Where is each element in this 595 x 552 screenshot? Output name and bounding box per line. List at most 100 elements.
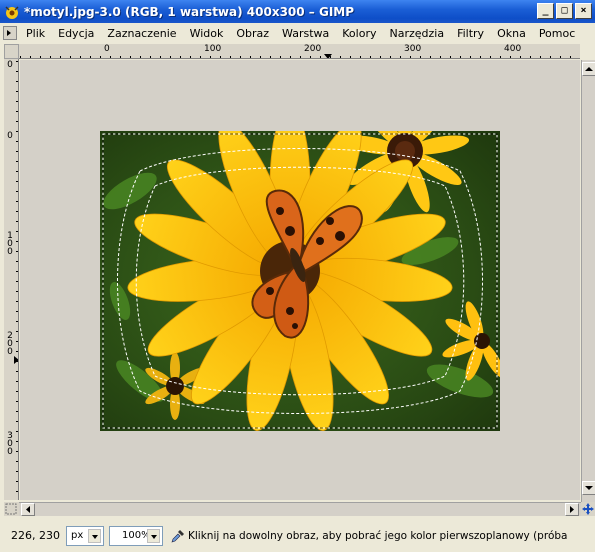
- status-bar: 226, 230 px 100% Kliknij na dowolny obra…: [0, 519, 595, 552]
- ruler-tick: [420, 56, 421, 58]
- vertical-ruler[interactable]: 0 0 100 200 300: [4, 59, 19, 500]
- menu-filtry[interactable]: Filtry: [450, 27, 490, 40]
- ruler-tick: [30, 56, 31, 58]
- ruler-tick: [16, 201, 18, 202]
- ruler-tick: [50, 56, 51, 58]
- ruler-tick: [450, 56, 451, 58]
- zoom-value: 100%: [122, 530, 151, 541]
- hruler-label: 100: [204, 44, 222, 54]
- status-text: Kliknij na dowolny obraz, aby pobrać jeg…: [188, 529, 569, 542]
- maximize-button[interactable]: □: [556, 3, 573, 19]
- vruler-label: 0: [7, 131, 13, 141]
- menu-zaznaczenie[interactable]: Zaznaczenie: [100, 27, 182, 40]
- gimp-wilber-icon[interactable]: [4, 4, 20, 20]
- arrow-down-icon: [585, 486, 593, 490]
- ruler-tick: [16, 301, 18, 302]
- ruler-tick: [16, 431, 18, 432]
- ruler-tick: [310, 56, 311, 58]
- menu-warstwa[interactable]: Warstwa: [275, 27, 335, 40]
- ruler-tick: [120, 56, 121, 58]
- vruler-label: 0: [7, 60, 13, 70]
- ruler-tick: [16, 291, 18, 292]
- menu-kolory[interactable]: Kolory: [335, 27, 382, 40]
- menu-pomoc[interactable]: Pomoc: [532, 27, 581, 40]
- color-picker-icon: [171, 529, 185, 543]
- menu-narzedzia[interactable]: Narzędzia: [382, 27, 450, 40]
- ruler-tick: [16, 391, 18, 392]
- navigate-icon[interactable]: [581, 502, 595, 516]
- ruler-tick: [360, 56, 361, 58]
- ruler-tick: [16, 251, 18, 252]
- ruler-tick: [16, 311, 18, 312]
- scroll-left-button[interactable]: [21, 503, 35, 516]
- arrow-left-icon: [26, 506, 30, 513]
- scroll-right-button[interactable]: [565, 503, 579, 516]
- ruler-tick: [210, 56, 211, 58]
- ruler-tick: [320, 56, 321, 58]
- menu-okna[interactable]: Okna: [490, 27, 532, 40]
- status-message: Kliknij na dowolny obraz, aby pobrać jeg…: [171, 529, 569, 543]
- ruler-tick: [16, 351, 18, 352]
- ruler-tick: [190, 56, 191, 58]
- ruler-tick: [480, 56, 481, 58]
- menu-bar: Plik Edycja Zaznaczenie Widok Obraz Wars…: [0, 23, 595, 43]
- ruler-tick: [250, 56, 251, 58]
- ruler-tick: [16, 331, 18, 332]
- title-bar[interactable]: *motyl.jpg-3.0 (RGB, 1 warstwa) 400x300 …: [0, 0, 595, 23]
- ruler-tick: [16, 121, 18, 122]
- chevron-down-icon: [147, 528, 160, 543]
- ruler-tick: [140, 56, 141, 58]
- horizontal-scrollbar[interactable]: [19, 502, 581, 516]
- ruler-tick: [430, 56, 431, 58]
- ruler-tick: [60, 56, 61, 58]
- horizontal-ruler[interactable]: 0 100 200 300 400: [19, 44, 580, 59]
- menu-obraz[interactable]: Obraz: [229, 27, 275, 40]
- ruler-tick: [16, 211, 18, 212]
- ruler-tick: [260, 56, 261, 58]
- unit-select[interactable]: px: [66, 525, 104, 546]
- ruler-tick: [540, 56, 541, 58]
- minimize-button[interactable]: _: [537, 3, 554, 19]
- ruler-tick: [280, 56, 281, 58]
- menu-plik[interactable]: Plik: [19, 27, 51, 40]
- vertical-scrollbar[interactable]: [581, 60, 595, 502]
- ruler-tick: [130, 56, 131, 58]
- hruler-label: 300: [404, 44, 422, 54]
- ruler-tick: [110, 56, 111, 58]
- ruler-tick: [16, 191, 18, 192]
- image-menu-arrow-icon[interactable]: [3, 26, 17, 40]
- ruler-tick: [440, 56, 441, 58]
- ruler-tick: [500, 56, 501, 58]
- menu-edycja[interactable]: Edycja: [51, 27, 100, 40]
- ruler-tick: [570, 56, 571, 58]
- quick-mask-icon[interactable]: [4, 502, 19, 516]
- close-button[interactable]: ×: [575, 3, 592, 19]
- ruler-tick: [16, 361, 18, 362]
- ruler-tick: [230, 56, 231, 58]
- scroll-up-button[interactable]: [582, 62, 595, 76]
- image-canvas[interactable]: [100, 131, 500, 431]
- hruler-label: 0: [104, 44, 110, 54]
- ruler-tick: [16, 91, 18, 92]
- ruler-tick: [16, 131, 18, 132]
- ruler-tick: [490, 56, 491, 58]
- canvas-area[interactable]: [20, 60, 580, 500]
- chevron-down-icon: [88, 528, 101, 543]
- ruler-tick: [16, 261, 18, 262]
- ruler-tick: [220, 56, 221, 58]
- ruler-tick: [16, 241, 18, 242]
- ruler-tick: [100, 56, 101, 58]
- ruler-tick: [16, 61, 18, 62]
- ruler-tick: [16, 461, 18, 462]
- ruler-tick: [340, 56, 341, 58]
- ruler-corner[interactable]: [4, 44, 19, 59]
- ruler-tick: [300, 56, 301, 58]
- vruler-label-200: 200: [7, 331, 13, 357]
- ruler-tick: [290, 56, 291, 58]
- ruler-tick: [70, 56, 71, 58]
- zoom-select[interactable]: 100%: [109, 525, 163, 546]
- ruler-tick: [550, 56, 551, 58]
- scroll-down-button[interactable]: [582, 481, 595, 495]
- unit-value: px: [71, 530, 84, 541]
- menu-widok[interactable]: Widok: [183, 27, 230, 40]
